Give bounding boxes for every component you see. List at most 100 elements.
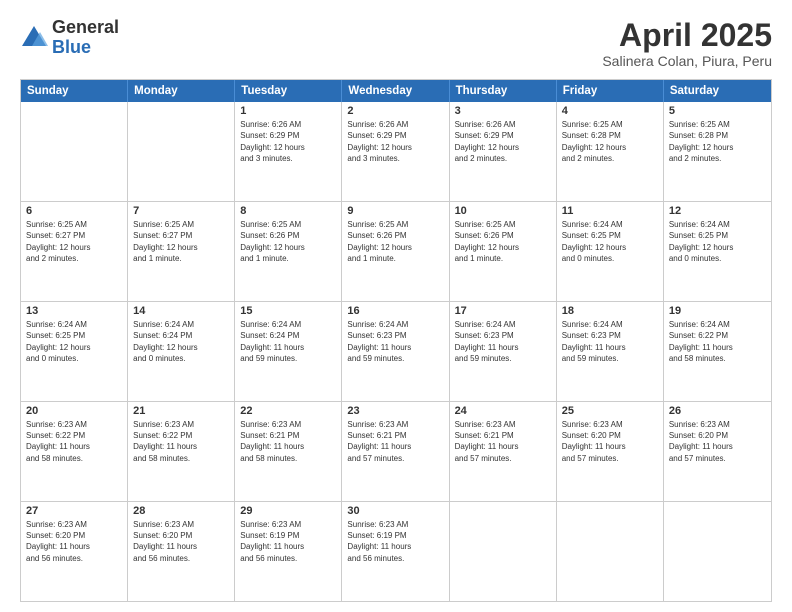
day-info: Sunrise: 6:26 AM Sunset: 6:29 PM Dayligh… — [347, 119, 443, 164]
day-info: Sunrise: 6:25 AM Sunset: 6:26 PM Dayligh… — [347, 219, 443, 264]
logo: General Blue — [20, 18, 119, 58]
calendar-day-26: 26 Sunrise: 6:23 AM Sunset: 6:20 PM Dayli… — [664, 402, 771, 501]
calendar-day-28: 28 Sunrise: 6:23 AM Sunset: 6:20 PM Dayli… — [128, 502, 235, 601]
day-number: 8 — [240, 205, 336, 217]
calendar-empty-cell — [664, 502, 771, 601]
calendar-day-1: 1Sunrise: 6:26 AM Sunset: 6:29 PM Daylig… — [235, 102, 342, 201]
day-info: Sunrise: 6:24 AM Sunset: 6:22 PM Dayligh… — [669, 319, 766, 364]
day-number: 30 — [347, 505, 443, 517]
day-number: 15 — [240, 305, 336, 317]
calendar-day-22: 22 Sunrise: 6:23 AM Sunset: 6:21 PM Dayli… — [235, 402, 342, 501]
logo-icon — [20, 24, 48, 52]
day-info: Sunrise: 6:24 AM Sunset: 6:23 PM Dayligh… — [562, 319, 658, 364]
weekday-header-thursday: Thursday — [450, 80, 557, 102]
calendar-row-2: 6 Sunrise: 6:25 AM Sunset: 6:27 PM Daylig… — [21, 201, 771, 301]
day-info: Sunrise: 6:23 AM Sunset: 6:20 PM Dayligh… — [133, 519, 229, 564]
day-number: 23 — [347, 405, 443, 417]
day-info: Sunrise: 6:25 AM Sunset: 6:26 PM Dayligh… — [240, 219, 336, 264]
day-info: Sunrise: 6:24 AM Sunset: 6:25 PM Dayligh… — [669, 219, 766, 264]
calendar-day-17: 17 Sunrise: 6:24 AM Sunset: 6:23 PM Dayli… — [450, 302, 557, 401]
logo-text: General Blue — [52, 18, 119, 58]
calendar-day-4: 4 Sunrise: 6:25 AM Sunset: 6:28 PM Daylig… — [557, 102, 664, 201]
calendar-day-14: 14Sunrise: 6:24 AM Sunset: 6:24 PM Dayli… — [128, 302, 235, 401]
calendar-empty-cell — [128, 102, 235, 201]
weekday-header-monday: Monday — [128, 80, 235, 102]
day-info: Sunrise: 6:26 AM Sunset: 6:29 PM Dayligh… — [240, 119, 336, 164]
day-info: Sunrise: 6:23 AM Sunset: 6:22 PM Dayligh… — [26, 419, 122, 464]
calendar-day-29: 29Sunrise: 6:23 AM Sunset: 6:19 PM Dayli… — [235, 502, 342, 601]
day-info: Sunrise: 6:23 AM Sunset: 6:20 PM Dayligh… — [26, 519, 122, 564]
calendar-day-8: 8 Sunrise: 6:25 AM Sunset: 6:26 PM Daylig… — [235, 202, 342, 301]
logo-blue-text: Blue — [52, 38, 119, 58]
day-info: Sunrise: 6:23 AM Sunset: 6:20 PM Dayligh… — [669, 419, 766, 464]
day-info: Sunrise: 6:25 AM Sunset: 6:26 PM Dayligh… — [455, 219, 551, 264]
day-info: Sunrise: 6:23 AM Sunset: 6:21 PM Dayligh… — [240, 419, 336, 464]
page: General Blue April 2025 Salinera Colan, … — [0, 0, 792, 612]
day-number: 9 — [347, 205, 443, 217]
calendar-day-15: 15 Sunrise: 6:24 AM Sunset: 6:24 PM Dayli… — [235, 302, 342, 401]
calendar: SundayMondayTuesdayWednesdayThursdayFrid… — [20, 79, 772, 602]
day-info: Sunrise: 6:23 AM Sunset: 6:21 PM Dayligh… — [347, 419, 443, 464]
day-info: Sunrise: 6:24 AM Sunset: 6:23 PM Dayligh… — [347, 319, 443, 364]
day-number: 13 — [26, 305, 122, 317]
title-block: April 2025 Salinera Colan, Piura, Peru — [602, 18, 772, 69]
day-info: Sunrise: 6:24 AM Sunset: 6:25 PM Dayligh… — [26, 319, 122, 364]
day-number: 5 — [669, 105, 766, 117]
weekday-header-wednesday: Wednesday — [342, 80, 449, 102]
header: General Blue April 2025 Salinera Colan, … — [20, 18, 772, 69]
day-info: Sunrise: 6:24 AM Sunset: 6:24 PM Dayligh… — [240, 319, 336, 364]
calendar-day-30: 30Sunrise: 6:23 AM Sunset: 6:19 PM Dayli… — [342, 502, 449, 601]
calendar-day-23: 23 Sunrise: 6:23 AM Sunset: 6:21 PM Dayli… — [342, 402, 449, 501]
day-number: 26 — [669, 405, 766, 417]
weekday-header-saturday: Saturday — [664, 80, 771, 102]
calendar-day-3: 3Sunrise: 6:26 AM Sunset: 6:29 PM Daylig… — [450, 102, 557, 201]
calendar-day-24: 24 Sunrise: 6:23 AM Sunset: 6:21 PM Dayli… — [450, 402, 557, 501]
calendar-row-3: 13 Sunrise: 6:24 AM Sunset: 6:25 PM Dayli… — [21, 301, 771, 401]
calendar-header: SundayMondayTuesdayWednesdayThursdayFrid… — [21, 80, 771, 102]
calendar-day-20: 20 Sunrise: 6:23 AM Sunset: 6:22 PM Dayli… — [21, 402, 128, 501]
calendar-row-4: 20 Sunrise: 6:23 AM Sunset: 6:22 PM Dayli… — [21, 401, 771, 501]
day-number: 18 — [562, 305, 658, 317]
day-info: Sunrise: 6:25 AM Sunset: 6:28 PM Dayligh… — [562, 119, 658, 164]
calendar-empty-cell — [450, 502, 557, 601]
day-info: Sunrise: 6:24 AM Sunset: 6:25 PM Dayligh… — [562, 219, 658, 264]
calendar-day-9: 9 Sunrise: 6:25 AM Sunset: 6:26 PM Daylig… — [342, 202, 449, 301]
calendar-body: 1Sunrise: 6:26 AM Sunset: 6:29 PM Daylig… — [21, 102, 771, 601]
weekday-header-friday: Friday — [557, 80, 664, 102]
calendar-row-5: 27 Sunrise: 6:23 AM Sunset: 6:20 PM Dayli… — [21, 501, 771, 601]
calendar-day-16: 16Sunrise: 6:24 AM Sunset: 6:23 PM Dayli… — [342, 302, 449, 401]
day-number: 12 — [669, 205, 766, 217]
calendar-day-2: 2 Sunrise: 6:26 AM Sunset: 6:29 PM Daylig… — [342, 102, 449, 201]
calendar-day-21: 21Sunrise: 6:23 AM Sunset: 6:22 PM Dayli… — [128, 402, 235, 501]
day-number: 27 — [26, 505, 122, 517]
day-number: 14 — [133, 305, 229, 317]
day-number: 28 — [133, 505, 229, 517]
day-number: 11 — [562, 205, 658, 217]
location-subtitle: Salinera Colan, Piura, Peru — [602, 53, 772, 69]
day-number: 17 — [455, 305, 551, 317]
day-info: Sunrise: 6:23 AM Sunset: 6:22 PM Dayligh… — [133, 419, 229, 464]
day-info: Sunrise: 6:24 AM Sunset: 6:23 PM Dayligh… — [455, 319, 551, 364]
calendar-empty-cell — [21, 102, 128, 201]
day-number: 10 — [455, 205, 551, 217]
day-number: 20 — [26, 405, 122, 417]
day-number: 22 — [240, 405, 336, 417]
calendar-day-25: 25 Sunrise: 6:23 AM Sunset: 6:20 PM Dayli… — [557, 402, 664, 501]
day-number: 3 — [455, 105, 551, 117]
day-number: 19 — [669, 305, 766, 317]
weekday-header-tuesday: Tuesday — [235, 80, 342, 102]
logo-general-text: General — [52, 18, 119, 38]
calendar-row-1: 1Sunrise: 6:26 AM Sunset: 6:29 PM Daylig… — [21, 102, 771, 201]
calendar-day-27: 27 Sunrise: 6:23 AM Sunset: 6:20 PM Dayli… — [21, 502, 128, 601]
day-number: 24 — [455, 405, 551, 417]
day-number: 2 — [347, 105, 443, 117]
day-number: 4 — [562, 105, 658, 117]
day-info: Sunrise: 6:23 AM Sunset: 6:20 PM Dayligh… — [562, 419, 658, 464]
day-info: Sunrise: 6:23 AM Sunset: 6:21 PM Dayligh… — [455, 419, 551, 464]
calendar-empty-cell — [557, 502, 664, 601]
day-number: 29 — [240, 505, 336, 517]
calendar-day-5: 5Sunrise: 6:25 AM Sunset: 6:28 PM Daylig… — [664, 102, 771, 201]
day-number: 25 — [562, 405, 658, 417]
day-info: Sunrise: 6:25 AM Sunset: 6:27 PM Dayligh… — [133, 219, 229, 264]
day-number: 6 — [26, 205, 122, 217]
